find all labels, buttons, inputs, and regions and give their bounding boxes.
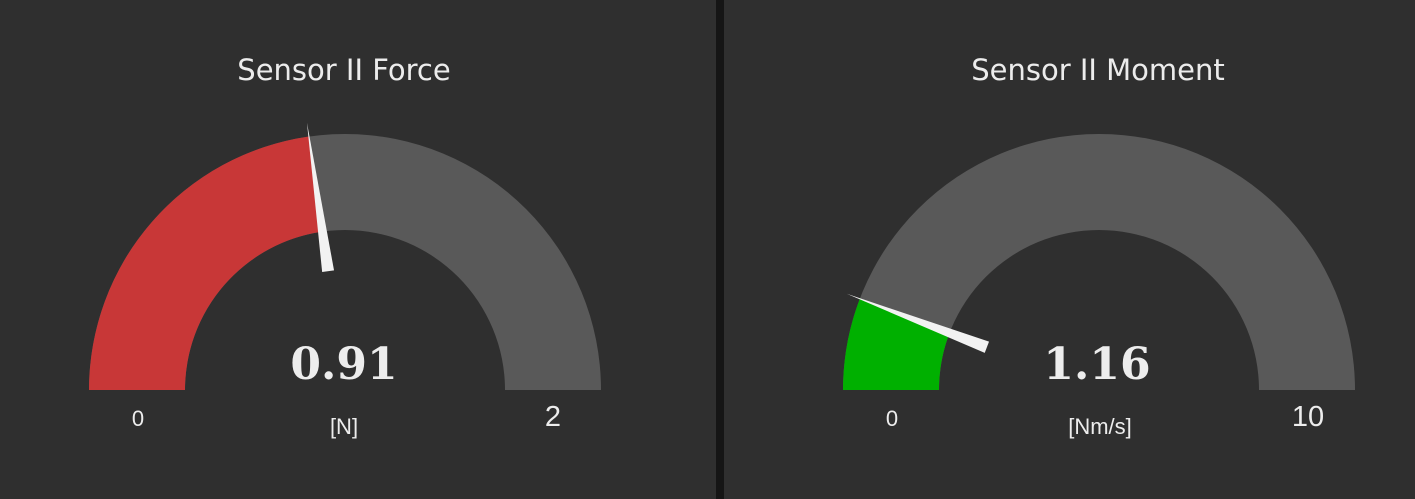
gauge-max-label: 10 [1291,401,1325,433]
gauge-value: 0.91 [290,339,398,390]
gauge-min-label: 0 [131,406,145,431]
gauge-panel-moment: Sensor II Moment 1.16 [Nm/s] 0 10 [724,0,1415,499]
gauge-unit: [N] [329,414,359,439]
gauge-max-label: 2 [544,401,562,433]
dashboard: Sensor II Force 0.91 [N] 0 2 Sensor II M… [0,0,1415,499]
gauge-unit: [Nm/s] [1068,414,1132,439]
gauge-value: 1.16 [1043,339,1151,390]
gauge-min-label: 0 [885,406,899,431]
